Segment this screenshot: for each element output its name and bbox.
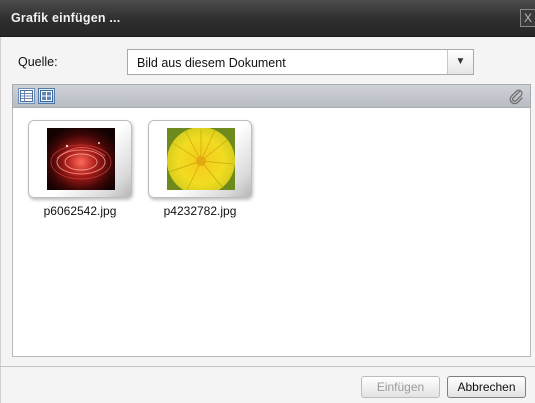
cancel-button[interactable]: Abbrechen [447, 376, 526, 398]
close-icon: X [523, 11, 532, 25]
file-browser: p6062542.jpg p4232782.jpg [12, 108, 531, 357]
dialog-title: Grafik einfügen ... [11, 11, 121, 25]
file-thumbnail[interactable] [148, 120, 252, 198]
chevron-down-icon[interactable]: ▼ [447, 50, 473, 74]
source-select-value: Bild aus diesem Dokument [137, 56, 286, 70]
thumbnail-view-button[interactable] [38, 88, 55, 104]
list-view-button[interactable] [18, 88, 35, 104]
file-name[interactable]: p6062542.jpg [28, 204, 132, 218]
footer-divider [0, 366, 535, 367]
thumbnail-view-icon [40, 90, 53, 102]
view-toolbar [12, 84, 531, 108]
list-view-icon [20, 90, 33, 102]
yellow-flower-photo [167, 128, 235, 190]
file-name[interactable]: p4232782.jpg [148, 204, 252, 218]
source-label: Quelle: [18, 55, 58, 69]
file-thumbnail[interactable] [28, 120, 132, 198]
close-button[interactable]: X [520, 9, 535, 27]
paperclip-icon[interactable] [508, 88, 524, 105]
insert-button[interactable]: Einfügen [361, 376, 440, 398]
dialog-titlebar: Grafik einfügen ... X [0, 0, 535, 37]
red-swirl-photo [47, 128, 115, 190]
source-select[interactable]: Bild aus diesem Dokument ▼ [127, 49, 474, 75]
